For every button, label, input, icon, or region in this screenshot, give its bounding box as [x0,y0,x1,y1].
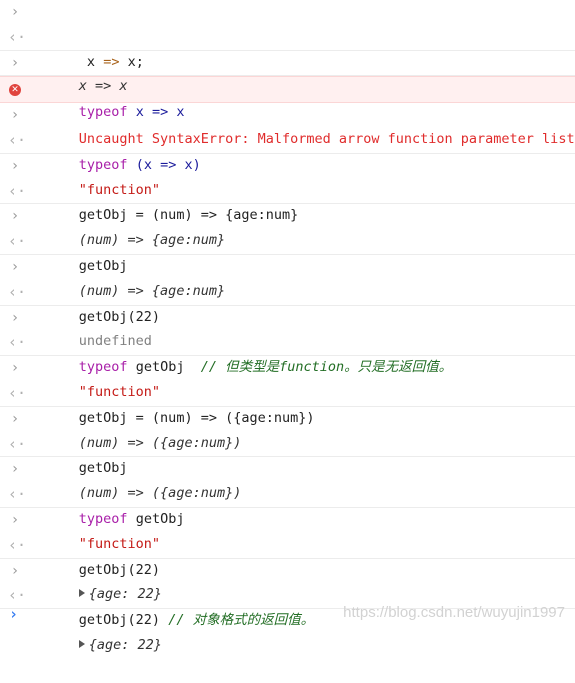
result-arrow-icon: ‹· [8,282,27,301]
console-entry: › typeof getObj ‹· "function" [0,457,575,552]
console-entry: › typeof x => x [0,51,575,121]
prompt-chevron-icon: › [10,410,20,427]
result-object[interactable]: {age: 22} [89,637,162,653]
result-line: ‹· (num) => ({age:num}) [0,381,575,451]
result-line: ‹· (num) => {age:num} [0,229,575,299]
result-arrow-icon: ‹· [8,333,27,352]
console-entry: › x => x; ‹· x => x [0,0,575,95]
result-line: ‹· (num) => {age:num} [0,179,575,249]
input-line[interactable]: › getObj [0,407,575,477]
prompt-chevron-icon: › [10,511,20,528]
input-line[interactable]: › typeof x => x [0,51,575,121]
input-line[interactable]: › getObj(22) // 对象格式的返回值。 [0,559,575,629]
console-entry: › typeof getObj // 但类型是function。只是无返回值。 … [0,306,575,400]
input-code: getObj(22) [78,612,169,629]
console-entry: › getObj = (num) => {age:num} ‹· (num) =… [0,154,575,249]
result-line: ‹· "function" [0,330,575,400]
result-arrow-icon: ‹· [8,232,27,251]
result-arrow-icon: ‹· [8,434,27,453]
prompt-chevron-icon: › [10,54,20,71]
input-line[interactable]: › typeof getObj // 但类型是function。只是无返回值。 [0,306,575,376]
console-entry: › getObj = (num) => ({age:num}) ‹· (num)… [0,356,575,451]
input-line[interactable]: › typeof getObj [0,457,575,527]
input-line[interactable]: › typeof (x => x) [0,103,575,173]
result-line: ‹· (num) => ({age:num}) [0,432,575,502]
result-line: ‹· {age: 22} [0,533,575,603]
console-input-prompt[interactable]: › [9,605,18,623]
code-comment: // 对象格式的返回值。 [168,612,315,629]
prompt-chevron-icon: › [10,461,20,478]
prompt-chevron-icon: › [10,107,20,124]
result-line: ‹· "function" [0,128,575,198]
result-arrow-icon: ‹· [8,485,27,504]
prompt-chevron-icon: › [10,4,20,20]
console-entry: › getObj ‹· (num) => ({age:num}) [0,407,575,502]
input-line[interactable]: › getObj(22) [0,255,575,325]
error-line[interactable]: ✕ Uncaught SyntaxError: Malformed arrow … [0,77,575,147]
input-line[interactable]: › getObj = (num) => {age:num} [0,154,575,224]
result-arrow-icon: ‹· [8,27,27,46]
result-line: ‹· undefined [0,280,575,350]
console-entry: › getObj(22) ‹· {age: 22} [0,508,575,603]
devtools-console: › x => x; ‹· x => x › typeof x => x ✕ Un… [0,0,575,653]
result-arrow-icon: ‹· [8,130,27,149]
input-line[interactable]: › x => x; [0,0,575,70]
result-line: ‹· x => x [0,25,575,95]
result-arrow-icon: ‹· [8,181,27,200]
console-entry: › getObj(22) ‹· undefined [0,255,575,350]
result-arrow-icon: ‹· [8,535,27,554]
input-line[interactable]: › getObj [0,204,575,274]
console-entry: › typeof (x => x) ‹· "function" [0,103,575,198]
prompt-chevron-icon: › [10,157,20,174]
console-error: ✕ Uncaught SyntaxError: Malformed arrow … [0,76,575,147]
prompt-chevron-icon: › [10,360,20,377]
watermark: https://blog.csdn.net/wuyujin1997 [343,604,565,621]
prompt-chevron-icon: › [10,258,20,275]
error-icon: ✕ [9,84,21,97]
input-line[interactable]: › getObj = (num) => ({age:num}) [0,356,575,426]
console-entry: › getObj ‹· (num) => {age:num} [0,204,575,299]
prompt-chevron-icon: › [10,562,20,579]
input-line[interactable]: › getObj(22) [0,508,575,578]
console-entry: › getObj(22) // 对象格式的返回值。 ‹· {age: 22} [0,559,575,653]
expand-triangle-icon[interactable] [78,639,85,648]
prompt-chevron-icon: › [10,208,20,225]
result-arrow-icon: ‹· [8,383,27,402]
prompt-chevron-icon: › [10,309,20,326]
result-line: ‹· "function" [0,482,575,552]
